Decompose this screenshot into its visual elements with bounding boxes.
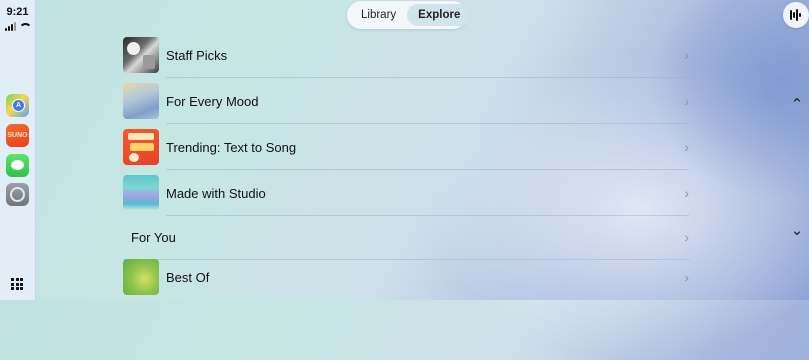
chevron-right-icon: › bbox=[684, 185, 689, 201]
library-explore-toggle: Library Explore bbox=[347, 1, 472, 29]
scroll-up-button[interactable]: ⌃ bbox=[788, 96, 806, 114]
status-time: 9:21 bbox=[6, 6, 29, 18]
list-item-label: Made with Studio bbox=[166, 186, 266, 201]
divider bbox=[166, 123, 689, 124]
chevron-right-icon: › bbox=[684, 93, 689, 109]
list-item-staff-picks[interactable]: Staff Picks › bbox=[123, 33, 689, 78]
list-item-for-every-mood[interactable]: For Every Mood › bbox=[123, 79, 689, 124]
wifi-icon bbox=[19, 23, 32, 31]
chevron-right-icon: › bbox=[684, 269, 689, 285]
divider bbox=[166, 169, 689, 170]
chevron-right-icon: › bbox=[684, 47, 689, 63]
list-item-label: Best Of bbox=[166, 270, 210, 285]
list-item-label: Staff Picks bbox=[166, 48, 228, 63]
list-item-best-of[interactable]: Best Of › bbox=[123, 255, 689, 300]
maps-icon[interactable]: A bbox=[6, 94, 29, 117]
for-every-mood-thumbnail bbox=[123, 83, 159, 119]
messages-icon[interactable] bbox=[6, 154, 29, 177]
settings-icon[interactable] bbox=[6, 183, 29, 206]
best-of-thumbnail bbox=[123, 259, 159, 295]
made-with-studio-thumbnail bbox=[123, 175, 159, 211]
cellular-signal-icon bbox=[5, 22, 16, 31]
list-item-label: Trending: Text to Song bbox=[166, 140, 297, 155]
divider bbox=[166, 77, 689, 78]
suno-icon[interactable]: SUNO bbox=[6, 124, 29, 147]
staff-picks-thumbnail bbox=[123, 37, 159, 73]
chevron-right-icon: › bbox=[684, 139, 689, 155]
trending-thumbnail bbox=[123, 129, 159, 165]
scroll-down-button[interactable]: ⌄ bbox=[788, 222, 806, 240]
section-label: For You bbox=[131, 230, 176, 245]
list-item-for-you[interactable]: For You › bbox=[123, 215, 689, 260]
list-item-label: For Every Mood bbox=[166, 94, 259, 109]
audio-waveform-icon bbox=[790, 9, 801, 21]
carplay-dock: 9:21 A SUNO bbox=[0, 0, 36, 300]
chevron-right-icon: › bbox=[684, 229, 689, 245]
list-item-trending[interactable]: Trending: Text to Song › bbox=[123, 125, 689, 170]
status-indicators bbox=[5, 22, 32, 31]
tab-explore[interactable]: Explore bbox=[407, 4, 472, 26]
app-grid-icon[interactable] bbox=[11, 278, 23, 290]
list-item-made-with-studio[interactable]: Made with Studio › bbox=[123, 171, 689, 216]
now-playing-button[interactable] bbox=[783, 2, 809, 28]
tab-library[interactable]: Library bbox=[350, 4, 407, 26]
